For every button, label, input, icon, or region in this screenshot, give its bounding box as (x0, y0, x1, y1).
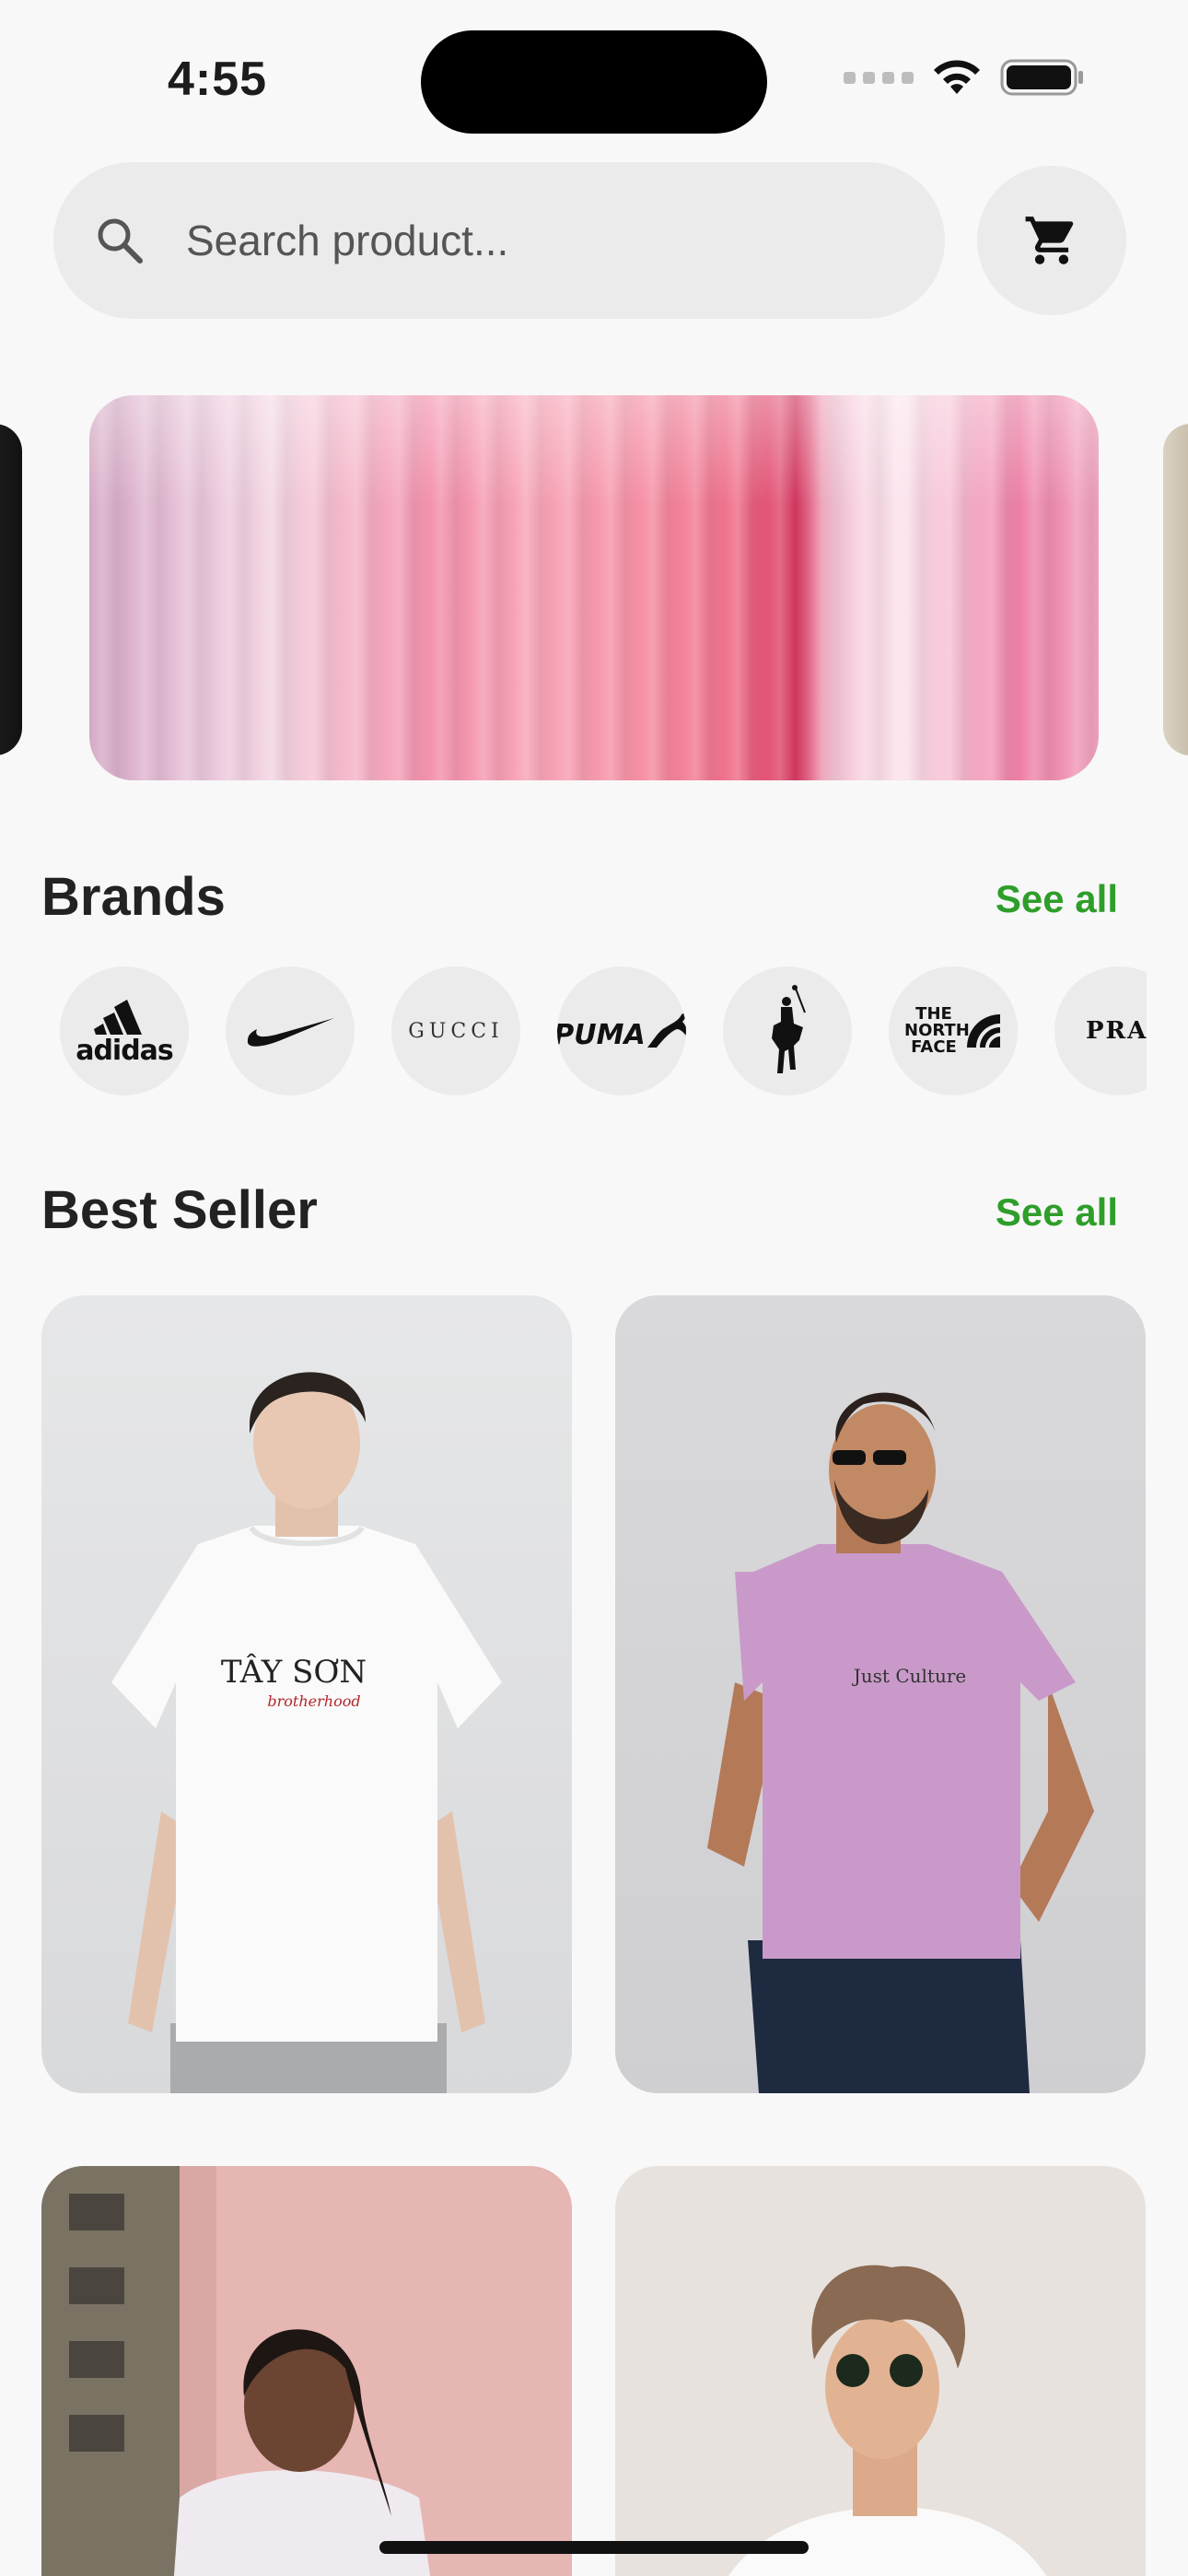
product-card[interactable] (615, 2166, 1146, 2576)
wifi-icon (930, 57, 984, 98)
brand-puma-label: PUMA (557, 1019, 646, 1051)
promo-banner[interactable] (89, 395, 1099, 780)
brands-see-all-link[interactable]: See all (996, 877, 1118, 921)
banner-previous-slide[interactable] (0, 424, 22, 755)
product-image (728, 2265, 1047, 2576)
banner-next-slide[interactable] (1163, 424, 1188, 755)
brand-ralph-lauren[interactable] (723, 966, 852, 1095)
product-image (41, 2166, 572, 2576)
search-bar[interactable]: Search product... (53, 162, 945, 319)
brands-title: Brands (41, 867, 226, 927)
brand-prada[interactable]: PRAD (1054, 966, 1147, 1095)
brand-tnf-label: THE NORTH FACE (904, 1004, 970, 1057)
product-image: TÂY SƠN brotherhood (111, 1372, 502, 2093)
shirt-print-text: TÂY SƠN (221, 1653, 367, 1691)
search-input[interactable]: Search product... (186, 216, 508, 265)
search-icon (98, 218, 143, 263)
north-face-logo-icon (967, 1014, 1000, 1048)
brands-list: adidas GUCCI PUMA THE NORTH FACE PRA (60, 966, 1147, 1095)
cart-icon (1025, 217, 1074, 264)
brand-puma[interactable]: PUMA (557, 966, 686, 1095)
brand-prada-label: PRAD (1086, 1017, 1147, 1045)
brand-adidas-label: adidas (76, 1034, 174, 1067)
brand-adidas[interactable]: adidas (60, 966, 189, 1095)
product-card[interactable]: Just Culture (615, 1295, 1146, 2093)
cart-button[interactable] (977, 166, 1126, 315)
shirt-print-text: Just Culture (852, 1665, 966, 1687)
best-seller-title: Best Seller (41, 1180, 318, 1240)
cellular-signal-icon (844, 71, 914, 84)
status-time: 4:55 (168, 53, 268, 106)
product-card[interactable]: TÂY SƠN brotherhood (41, 1295, 572, 2093)
status-icons (844, 57, 1085, 98)
brand-gucci-label: GUCCI (408, 1019, 504, 1043)
puma-cat-icon (646, 1013, 686, 1048)
polo-player-icon (772, 985, 806, 1073)
adidas-logo-icon (93, 999, 142, 1035)
brand-the-north-face[interactable]: THE NORTH FACE (889, 966, 1018, 1095)
brand-gucci[interactable]: GUCCI (391, 966, 520, 1095)
brand-nike[interactable] (226, 966, 355, 1095)
battery-icon (1000, 57, 1085, 98)
product-card[interactable] (41, 2166, 572, 2576)
nike-swoosh-icon (247, 1018, 334, 1047)
product-image: Just Culture (707, 1392, 1094, 2093)
dynamic-island (421, 30, 767, 134)
home-indicator[interactable] (379, 2541, 809, 2554)
best-seller-see-all-link[interactable]: See all (996, 1190, 1118, 1235)
shirt-print-subtext: brotherhood (267, 1692, 360, 1710)
